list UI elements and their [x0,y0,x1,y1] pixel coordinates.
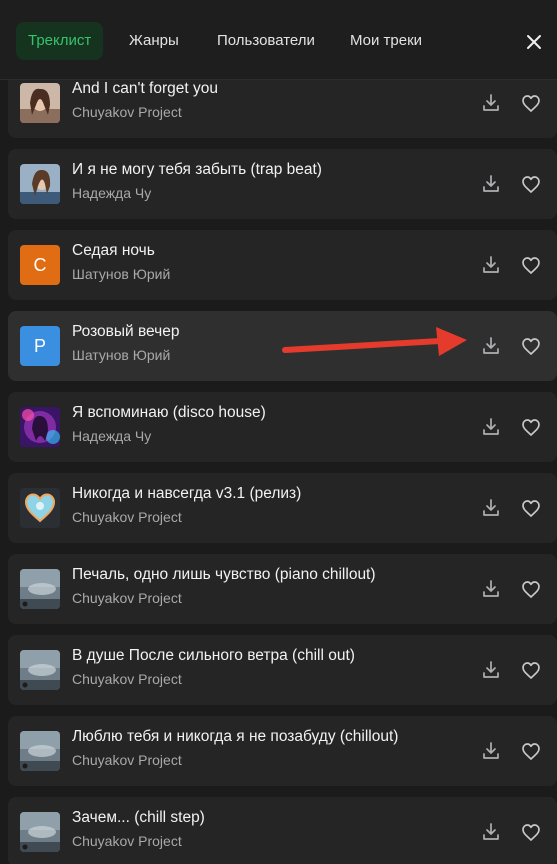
track-title: Печаль, одно лишь чувство (piano chillou… [72,566,376,583]
track-list: And I can't forget you Chuyakov Project … [0,80,557,864]
tab-my-tracks[interactable]: Мои треки [338,22,434,60]
heart-icon[interactable] [519,334,543,358]
download-icon[interactable] [479,658,503,682]
download-icon[interactable] [479,334,503,358]
heart-icon[interactable] [519,253,543,277]
track-cover [20,731,60,771]
heart-icon[interactable] [519,739,543,763]
track-artist: Шатунов Юрий [72,347,171,363]
track-cover [20,407,60,447]
tab-tracklist[interactable]: Треклист [16,22,104,60]
heart-icon[interactable] [519,496,543,520]
cover-letter: С [20,245,60,285]
download-icon[interactable] [479,91,503,115]
track-cover [20,812,60,852]
heart-icon[interactable] [519,658,543,682]
heart-icon[interactable] [519,415,543,439]
track-title: Розовый вечер [72,323,180,340]
tab-users[interactable]: Пользователи [205,22,327,60]
download-icon[interactable] [479,253,503,277]
heart-icon[interactable] [519,577,543,601]
track-row[interactable]: В душе После сильного ветра (chill out) … [8,635,557,705]
heart-icon[interactable] [519,172,543,196]
track-cover [20,83,60,123]
download-icon[interactable] [479,820,503,844]
close-icon[interactable] [522,30,546,54]
track-row[interactable]: Никогда и навсегда v3.1 (релиз) Chuyakov… [8,473,557,543]
track-title: And I can't forget you [72,80,218,97]
track-artist: Надежда Чу [72,428,152,444]
track-cover: Р [20,326,60,366]
track-title: Зачем... (chill step) [72,809,205,826]
track-row[interactable]: Люблю тебя и никогда я не позабуду (chil… [8,716,557,786]
track-row[interactable]: И я не могу тебя забыть (trap beat) Наде… [8,149,557,219]
cover-letter: Р [20,326,60,366]
track-cover [20,569,60,609]
download-icon[interactable] [479,739,503,763]
track-artist: Chuyakov Project [72,671,182,687]
track-title: Я вспоминаю (disco house) [72,404,266,421]
track-row[interactable]: And I can't forget you Chuyakov Project [8,80,557,138]
track-cover: С [20,245,60,285]
track-artist: Chuyakov Project [72,104,182,120]
track-title: Люблю тебя и никогда я не позабуду (chil… [72,728,399,745]
track-title: Седая ночь [72,242,155,259]
track-artist: Chuyakov Project [72,752,182,768]
download-icon[interactable] [479,577,503,601]
track-row[interactable]: Зачем... (chill step) Chuyakov Project [8,797,557,864]
download-icon[interactable] [479,415,503,439]
heart-icon[interactable] [519,820,543,844]
track-artist: Chuyakov Project [72,509,182,525]
track-artist: Chuyakov Project [72,590,182,606]
track-title: И я не могу тебя забыть (trap beat) [72,161,322,178]
track-cover [20,650,60,690]
track-cover [20,164,60,204]
track-artist: Chuyakov Project [72,833,182,849]
tab-genres[interactable]: Жанры [117,22,191,60]
track-cover [20,488,60,528]
track-row[interactable]: Я вспоминаю (disco house) Надежда Чу [8,392,557,462]
download-icon[interactable] [479,496,503,520]
download-icon[interactable] [479,172,503,196]
top-nav: Треклист Жанры Пользователи Мои треки [0,0,557,80]
track-row[interactable]: Печаль, одно лишь чувство (piano chillou… [8,554,557,624]
track-row[interactable]: С Седая ночь Шатунов Юрий [8,230,557,300]
heart-icon[interactable] [519,91,543,115]
track-title: Никогда и навсегда v3.1 (релиз) [72,485,302,502]
track-title: В душе После сильного ветра (chill out) [72,647,355,664]
track-artist: Надежда Чу [72,185,152,201]
track-row-highlighted[interactable]: Р Розовый вечер Шатунов Юрий [8,311,557,381]
track-artist: Шатунов Юрий [72,266,171,282]
